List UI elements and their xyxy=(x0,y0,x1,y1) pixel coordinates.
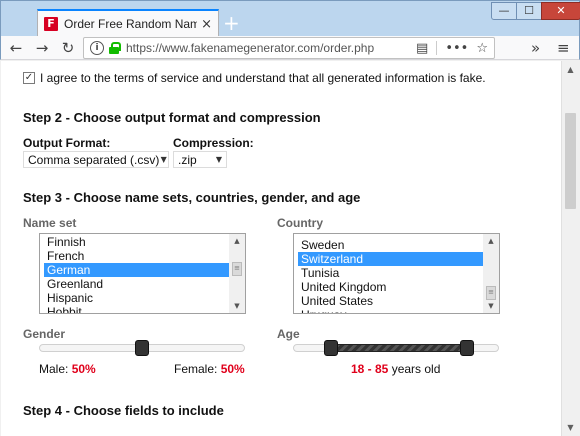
back-arrow-icon[interactable]: ← xyxy=(5,38,27,58)
male-percentage: Male: 50% xyxy=(39,362,96,376)
age-slider-range xyxy=(330,344,468,352)
female-percentage: Female: 50% xyxy=(174,362,245,376)
output-format-label: Output Format: xyxy=(23,136,111,150)
site-favicon-icon: F xyxy=(44,17,58,31)
compression-label: Compression: xyxy=(173,136,254,150)
site-info-icon[interactable]: i xyxy=(90,41,104,55)
male-label: Male: xyxy=(39,362,69,376)
age-max-handle[interactable] xyxy=(460,340,475,356)
secure-lock-icon xyxy=(108,42,121,54)
terms-agreement-text: I agree to the terms of service and unde… xyxy=(40,71,486,85)
reader-view-icon[interactable]: ▤ xyxy=(416,41,428,56)
list-item[interactable]: Sweden xyxy=(298,238,483,252)
gender-slider[interactable] xyxy=(39,340,245,356)
chevron-down-icon: ▼ xyxy=(160,155,167,164)
window-minimize-button[interactable]: — xyxy=(491,2,517,20)
country-listbox[interactable]: Sweden Switzerland Tunisia United Kingdom Un… xyxy=(293,233,500,314)
country-scrollbar[interactable]: ▲ ≡ ▼ xyxy=(483,234,499,313)
terms-checkbox[interactable]: ✓ xyxy=(23,72,35,84)
name-set-scrollbar[interactable]: ▲ ≡ ▼ xyxy=(229,234,245,313)
compression-select[interactable]: .zip ▼ xyxy=(173,151,227,168)
list-item[interactable]: United States xyxy=(298,294,483,308)
age-suffix: years old xyxy=(391,362,441,376)
list-item[interactable]: United Kingdom xyxy=(298,280,483,294)
window-maximize-button[interactable]: ☐ xyxy=(516,2,542,20)
tab-close-icon[interactable]: × xyxy=(201,17,212,32)
output-format-select[interactable]: Comma separated (.csv) ▼ xyxy=(23,151,169,168)
name-set-label: Name set xyxy=(23,216,77,230)
age-label: Age xyxy=(277,327,300,341)
bookmark-star-icon[interactable]: ☆ xyxy=(476,41,488,56)
list-item[interactable]: Tunisia xyxy=(298,266,483,280)
url-text[interactable]: https://www.fakenamegenerator.com/order.… xyxy=(126,41,408,55)
age-range-value: 18 - 85 xyxy=(351,362,389,376)
page-scroll-thumb[interactable] xyxy=(565,113,576,209)
scroll-down-icon[interactable]: ▼ xyxy=(229,299,245,313)
compression-value: .zip xyxy=(178,152,197,167)
age-slider[interactable] xyxy=(293,340,499,356)
age-min-handle[interactable] xyxy=(323,340,338,356)
list-item[interactable]: Finnish xyxy=(44,235,229,249)
list-item[interactable]: Hispanic xyxy=(44,291,229,305)
age-range-display: 18 - 85 years old xyxy=(351,362,440,376)
forward-arrow-icon[interactable]: → xyxy=(31,38,53,58)
hamburger-menu-icon[interactable]: ≡ xyxy=(557,38,570,58)
step2-heading: Step 2 - Choose output format and compre… xyxy=(23,110,321,125)
country-options: Sweden Switzerland Tunisia United Kingdom Un… xyxy=(298,238,483,313)
url-bar[interactable]: i https://www.fakenamegenerator.com/orde… xyxy=(83,37,495,59)
list-item[interactable]: Greenland xyxy=(44,277,229,291)
list-item[interactable]: Hobbit xyxy=(44,305,229,313)
terms-agreement[interactable]: ✓ I agree to the terms of service and un… xyxy=(23,71,486,85)
scroll-up-icon[interactable]: ▲ xyxy=(229,234,245,248)
female-label: Female: xyxy=(174,362,218,376)
browser-tab[interactable]: F Order Free Random Names - Fake Name Ge… xyxy=(37,9,219,37)
country-label: Country xyxy=(277,216,323,230)
browser-navbar: ← → ↻ i https://www.fakenamegenerator.co… xyxy=(0,36,580,60)
scroll-thumb[interactable]: ≡ xyxy=(232,262,242,276)
scroll-down-icon[interactable]: ▼ xyxy=(483,299,499,313)
scroll-up-icon[interactable]: ▲ xyxy=(562,61,579,78)
list-item[interactable]: Uruguay xyxy=(298,308,483,313)
page-scrollbar[interactable]: ▲ ▼ xyxy=(561,61,579,436)
page-actions-icon[interactable]: ••• xyxy=(445,41,468,56)
chevron-down-icon: ▼ xyxy=(215,155,223,164)
gender-label: Gender xyxy=(23,327,66,341)
page-content: ✓ I agree to the terms of service and un… xyxy=(1,61,561,436)
list-item[interactable]: French xyxy=(44,249,229,263)
browser-titlebar: F Order Free Random Names - Fake Name Ge… xyxy=(0,0,580,37)
overflow-chevron-icon[interactable]: » xyxy=(531,38,540,58)
gender-slider-handle[interactable] xyxy=(135,340,149,356)
tab-title: Order Free Random Names - Fake Name Gene… xyxy=(64,17,198,31)
output-format-value: Comma separated (.csv) xyxy=(28,152,160,167)
url-separator xyxy=(436,41,438,55)
name-set-listbox[interactable]: Finnish French German Greenland Hispanic Hobb… xyxy=(39,233,246,314)
scroll-down-icon[interactable]: ▼ xyxy=(562,419,579,436)
list-item[interactable]: German xyxy=(44,263,229,277)
step3-heading: Step 3 - Choose name sets, countries, ge… xyxy=(23,190,361,205)
window-close-button[interactable]: ✕ xyxy=(541,2,580,20)
reload-icon[interactable]: ↻ xyxy=(57,38,79,58)
scroll-up-icon[interactable]: ▲ xyxy=(483,234,499,248)
step4-heading: Step 4 - Choose fields to include xyxy=(23,403,224,418)
scroll-thumb[interactable]: ≡ xyxy=(486,286,496,300)
new-tab-icon[interactable]: + xyxy=(223,11,240,35)
name-set-options: Finnish French German Greenland Hispanic Hobb… xyxy=(44,235,229,313)
female-value: 50% xyxy=(220,362,245,376)
male-value: 50% xyxy=(71,362,96,376)
list-item[interactable]: Switzerland xyxy=(298,252,483,266)
